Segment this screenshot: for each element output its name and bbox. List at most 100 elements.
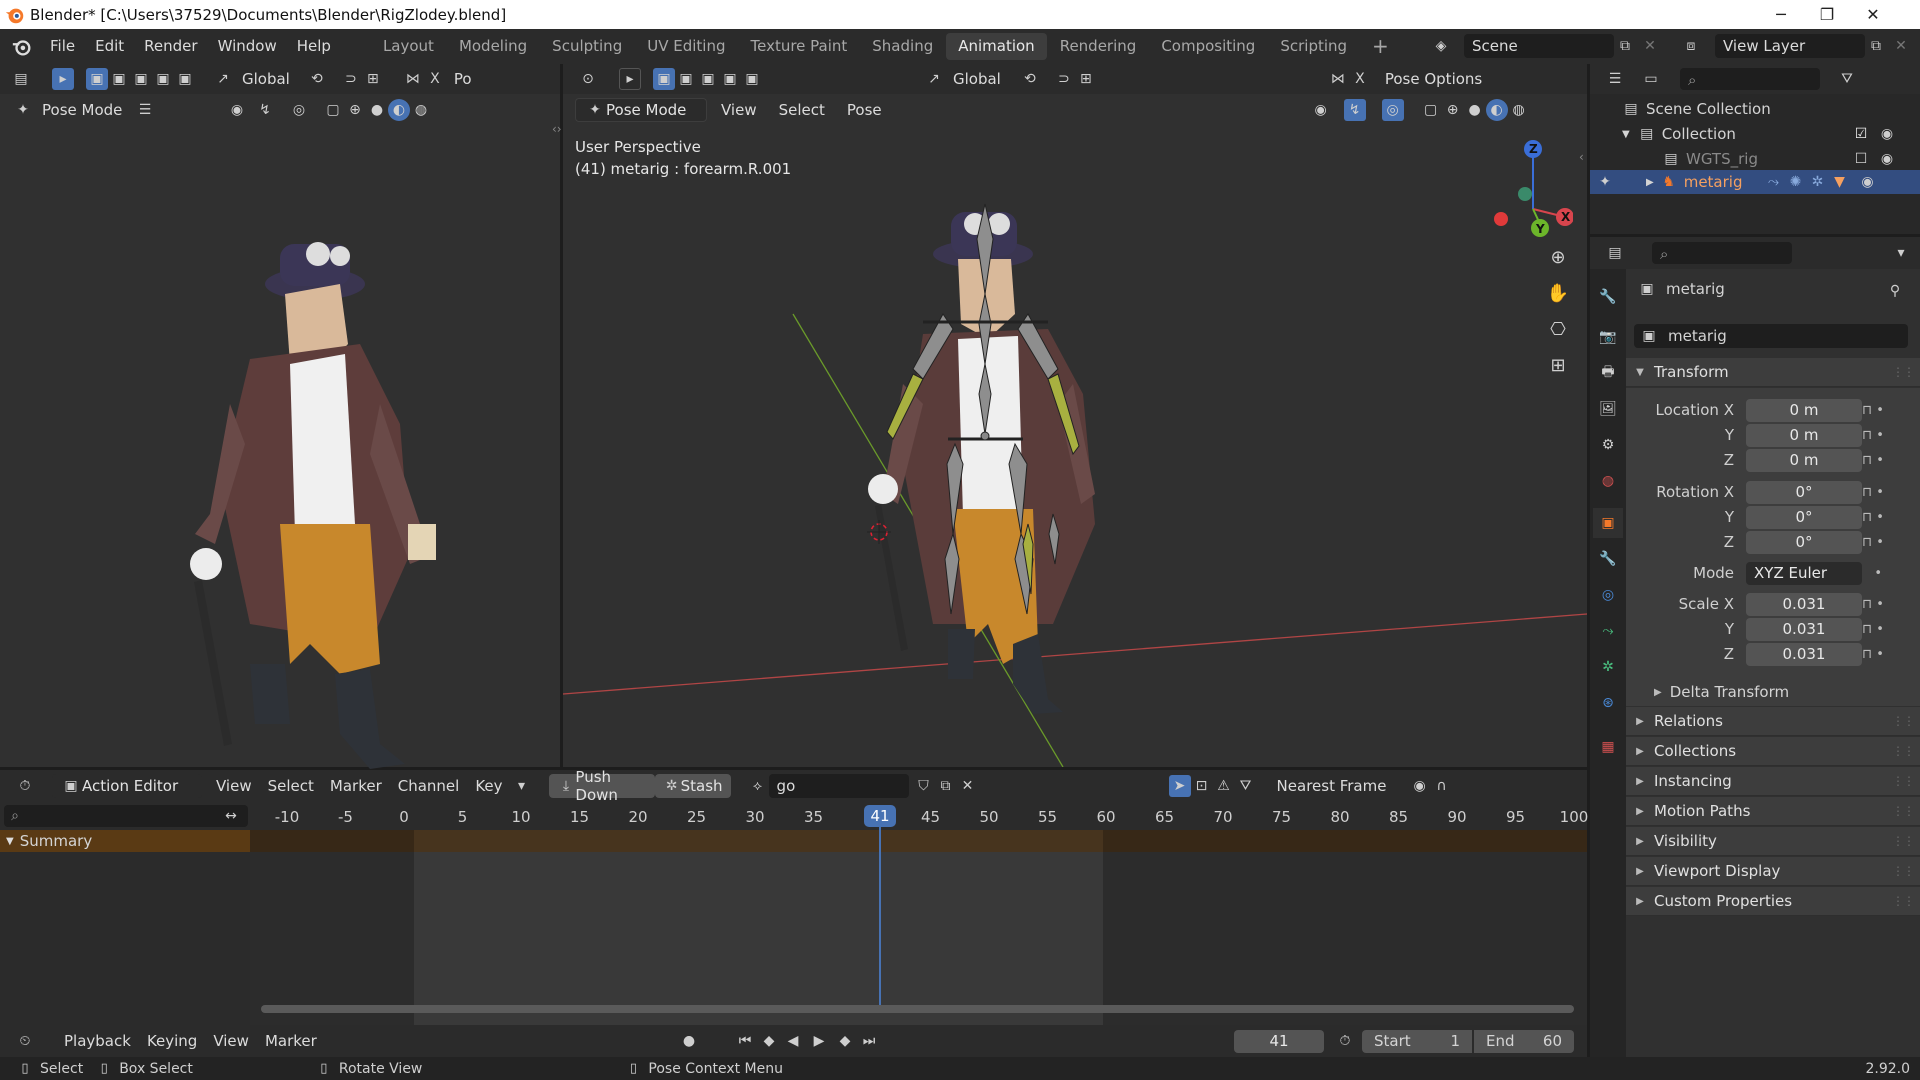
summary-channel[interactable]: ▼ Summary bbox=[0, 830, 250, 852]
menu-window[interactable]: Window bbox=[208, 29, 287, 64]
rotation-mode-select[interactable]: XYZ Euler bbox=[1746, 561, 1862, 585]
hidden-icon[interactable]: ⊡ bbox=[1191, 775, 1213, 797]
zoom-icon[interactable]: ⊕ bbox=[1547, 246, 1569, 268]
outliner[interactable]: ☰ ▭ ⌕ ⛛ ▤ Scene Collection ▼ ▤ Collectio… bbox=[1590, 64, 1920, 234]
select-mode-set-icon[interactable]: ▣ bbox=[86, 68, 108, 90]
location-y-field[interactable]: 0 m bbox=[1746, 423, 1862, 447]
ortho-toggle-icon[interactable]: ⊞ bbox=[1547, 354, 1569, 376]
new-action-icon[interactable]: ⧉ bbox=[935, 775, 957, 797]
remove-view-layer-icon[interactable]: ✕ bbox=[1890, 35, 1912, 57]
left-viewport[interactable]: ▤ ▸ ▣ ▣ ▣ ▣ ▣ ↗ Global ⟲ ⊃ ⊞ ⋈ X Po ✦ Po… bbox=[0, 64, 562, 769]
tab-bone-icon[interactable]: ⊛ bbox=[1593, 688, 1623, 718]
location-x-field[interactable]: 0 m bbox=[1746, 398, 1862, 422]
drag-handle-icon[interactable]: ⋮⋮ bbox=[1892, 894, 1915, 908]
tab-physics-icon[interactable]: ◎ bbox=[1593, 580, 1623, 610]
auto-key-icon[interactable]: ● bbox=[678, 1030, 700, 1052]
keyframe-dot-icon[interactable]: • bbox=[1862, 561, 1912, 586]
scale-y-field[interactable]: 0.031 bbox=[1746, 617, 1862, 641]
maximize-button[interactable]: ❐ bbox=[1804, 0, 1850, 29]
snap-target-icon[interactable]: ⊞ bbox=[362, 68, 384, 90]
editor-type-icon[interactable]: ⏲ bbox=[14, 1030, 36, 1052]
menu-keying[interactable]: Keying bbox=[139, 1032, 205, 1050]
drag-handle-icon[interactable]: ⋮⋮ bbox=[1892, 804, 1915, 818]
shading-material-icon[interactable]: ◐ bbox=[388, 99, 410, 121]
drag-handle-icon[interactable]: ⋮⋮ bbox=[1892, 774, 1915, 788]
editor-type-icon[interactable]: ☰ bbox=[1604, 68, 1626, 90]
expand-icon[interactable]: ▶ bbox=[1646, 177, 1654, 188]
frame-ruler[interactable] bbox=[250, 806, 1587, 828]
panel-custom-properties[interactable]: ▶ Custom Properties ⋮⋮ bbox=[1626, 887, 1920, 916]
navigation-gizmo[interactable] bbox=[1473, 134, 1573, 244]
fake-user-icon[interactable]: ⛉ bbox=[913, 775, 935, 797]
select-mode-invert-icon[interactable]: ▣ bbox=[152, 68, 174, 90]
view-layer-field[interactable]: View Layer bbox=[1715, 34, 1865, 58]
lock-icon[interactable]: ⊓ • bbox=[1862, 448, 1912, 473]
camera-view-icon[interactable]: ⎔ bbox=[1547, 318, 1569, 340]
start-frame-field[interactable]: Start 1 bbox=[1362, 1029, 1472, 1053]
character-model-left[interactable] bbox=[170, 224, 450, 784]
display-mode-icon[interactable]: ▭ bbox=[1640, 68, 1662, 90]
prev-keyframe-icon[interactable]: ◆ bbox=[758, 1030, 780, 1052]
drag-handle-icon[interactable]: ⋮⋮ bbox=[1892, 714, 1915, 728]
menu-view[interactable]: View bbox=[208, 777, 260, 795]
pan-hand-icon[interactable]: ✋ bbox=[1547, 282, 1569, 304]
shading-solid-icon[interactable]: ● bbox=[366, 99, 388, 121]
remove-scene-icon[interactable]: ✕ bbox=[1639, 35, 1661, 57]
tab-view-layer-icon[interactable]: 🖼 bbox=[1593, 394, 1623, 424]
panel-relations[interactable]: ▶ Relations ⋮⋮ bbox=[1626, 707, 1920, 736]
rotation-x-field[interactable]: 0° bbox=[1746, 480, 1862, 504]
rotation-y-field[interactable]: 0° bbox=[1746, 505, 1862, 529]
menu-channel[interactable]: Channel bbox=[390, 777, 468, 795]
editor-type-icon[interactable]: ▤ bbox=[10, 68, 32, 90]
current-frame-indicator[interactable]: 41 bbox=[864, 805, 896, 827]
eye-icon[interactable]: ◉ bbox=[1856, 171, 1878, 193]
menu-view[interactable]: View bbox=[205, 1032, 257, 1050]
tab-animation[interactable]: Animation bbox=[946, 33, 1047, 60]
outliner-item-scene-collection[interactable]: ▤ Scene Collection bbox=[1620, 98, 1770, 120]
pose-options-truncated[interactable]: Po bbox=[446, 70, 480, 88]
snap-icon[interactable]: ⊃ bbox=[340, 68, 362, 90]
object-datablock-field[interactable]: ▣ metarig bbox=[1634, 324, 1908, 348]
mirror-icon[interactable]: ⋈ bbox=[402, 68, 424, 90]
play-icon[interactable]: ▶ bbox=[808, 1030, 830, 1052]
menu-file[interactable]: File bbox=[40, 29, 85, 64]
tab-output-icon[interactable]: 🖶 bbox=[1593, 358, 1623, 388]
tab-armature-icon[interactable]: ✲ bbox=[1593, 652, 1623, 682]
play-reverse-icon[interactable]: ◀ bbox=[782, 1030, 804, 1052]
lock-icon[interactable]: ⊓ • bbox=[1862, 642, 1912, 667]
tab-shading[interactable]: Shading bbox=[860, 33, 945, 60]
push-down-button[interactable]: ⤓ Push Down bbox=[548, 768, 655, 804]
expand-icon[interactable]: ▼ bbox=[1622, 129, 1630, 140]
view-layer-icon[interactable]: ⧈ bbox=[1680, 35, 1702, 57]
editor-type-icon[interactable]: ▤ bbox=[1604, 242, 1626, 264]
minimize-button[interactable]: ─ bbox=[1758, 0, 1804, 29]
menu-marker[interactable]: Marker bbox=[322, 777, 390, 795]
menu-key[interactable]: Key bbox=[467, 777, 510, 795]
tab-render-icon[interactable]: 📷 bbox=[1593, 322, 1623, 352]
panel-collections[interactable]: ▶ Collections ⋮⋮ bbox=[1626, 737, 1920, 766]
outliner-search-input[interactable]: ⌕ bbox=[1680, 68, 1820, 90]
rotation-z-field[interactable]: 0° bbox=[1746, 530, 1862, 554]
panel-visibility[interactable]: ▶ Visibility ⋮⋮ bbox=[1626, 827, 1920, 856]
location-z-field[interactable]: 0 m bbox=[1746, 448, 1862, 472]
tab-compositing[interactable]: Compositing bbox=[1149, 33, 1267, 60]
outliner-item-collection[interactable]: ▼ ▤ Collection ☑ ◉ bbox=[1618, 123, 1920, 145]
errors-icon[interactable]: ⚠ bbox=[1213, 775, 1235, 797]
menu-marker[interactable]: Marker bbox=[257, 1032, 325, 1050]
filter-icon[interactable]: ⛛ bbox=[1235, 775, 1257, 797]
overlay-icon[interactable]: ◎ bbox=[288, 99, 310, 121]
menu-render[interactable]: Render bbox=[134, 29, 207, 64]
preview-range-icon[interactable]: ⏱ bbox=[1334, 1030, 1356, 1052]
tab-modifiers-icon[interactable]: 🔧 bbox=[1593, 544, 1623, 574]
outliner-item-metarig[interactable]: ✦ ▶ ♞ metarig ⤳ ✺ ✲ ▼ ◉ bbox=[1590, 170, 1920, 194]
end-frame-field[interactable]: End 60 bbox=[1474, 1029, 1574, 1053]
select-mode-intersect-icon[interactable]: ▣ bbox=[174, 68, 196, 90]
tab-world-icon[interactable]: ◍ bbox=[1593, 466, 1623, 496]
object-browse-icon[interactable]: ▣ bbox=[1638, 325, 1660, 347]
editor-type-icon[interactable]: ⏱ bbox=[14, 775, 36, 797]
snap-mode-select[interactable]: Nearest Frame bbox=[1269, 777, 1409, 795]
orientation-select[interactable]: Global bbox=[234, 70, 298, 88]
scale-x-field[interactable]: 0.031 bbox=[1746, 592, 1862, 616]
menu-playback[interactable]: Playback bbox=[56, 1032, 139, 1050]
panel-viewport-display[interactable]: ▶ Viewport Display ⋮⋮ bbox=[1626, 857, 1920, 886]
